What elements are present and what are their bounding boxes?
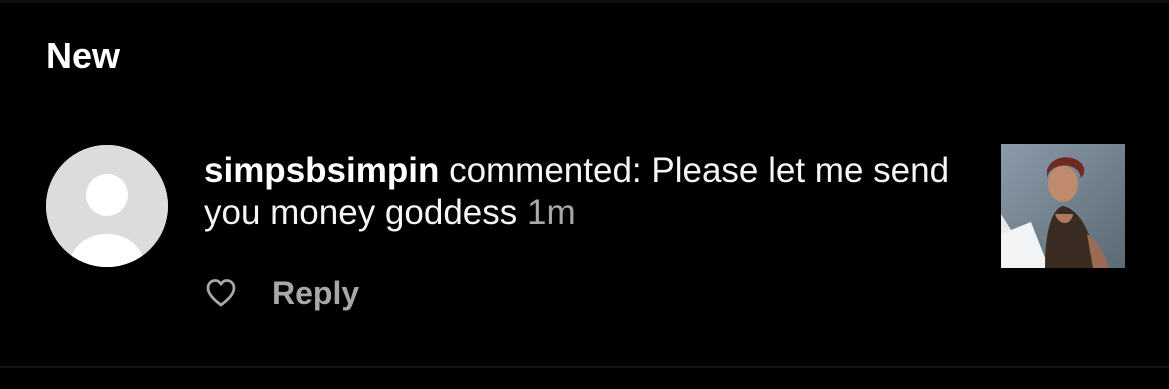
reply-button[interactable]: Reply [272,275,359,312]
post-thumbnail[interactable] [1001,144,1125,268]
notification-actions: Reply [204,270,359,316]
notification-item[interactable]: simpsbsimpin commented: Please let me se… [0,130,1169,330]
username-link[interactable]: simpsbsimpin [204,151,439,190]
divider [0,366,1169,368]
default-profile-icon [46,145,168,267]
timestamp: 1m [527,193,576,232]
notifications-screen: New simpsbsimpin commented: Please let m… [0,0,1169,389]
heart-outline-icon[interactable] [204,276,238,310]
notification-text: simpsbsimpin commented: Please let me se… [204,150,974,234]
post-photo [1001,144,1125,268]
avatar[interactable] [46,145,168,267]
top-edge [0,0,1169,3]
section-title-new: New [46,35,121,76]
